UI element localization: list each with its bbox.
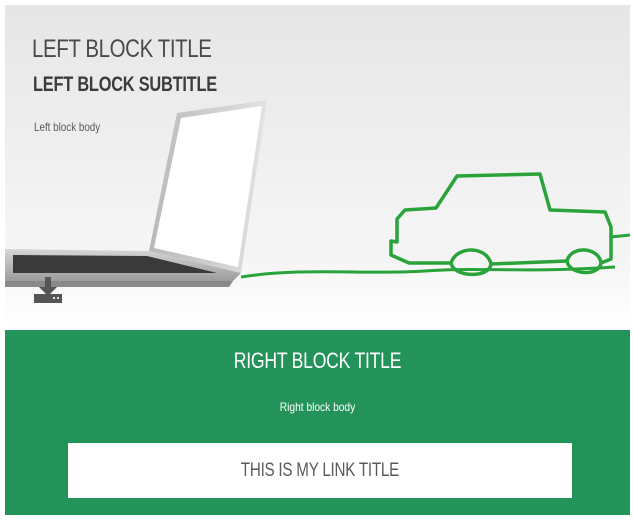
content-card: LEFT BLOCK TITLE LEFT BLOCK SUBTITLE Lef… bbox=[0, 0, 633, 521]
left-block-title: LEFT BLOCK TITLE bbox=[32, 35, 212, 63]
right-block-body: Right block body bbox=[279, 400, 356, 414]
right-block-title: RIGHT BLOCK TITLE bbox=[233, 348, 402, 373]
left-block: LEFT BLOCK TITLE LEFT BLOCK SUBTITLE Lef… bbox=[5, 5, 630, 330]
link-title-button[interactable]: THIS IS MY LINK TITLE bbox=[68, 443, 572, 498]
link-title-label: THIS IS MY LINK TITLE bbox=[240, 459, 400, 481]
left-block-body: Left block body bbox=[34, 120, 101, 134]
download-icon[interactable] bbox=[34, 277, 62, 303]
left-block-subtitle: LEFT BLOCK SUBTITLE bbox=[33, 73, 217, 96]
right-block: RIGHT BLOCK TITLE Right block body THIS … bbox=[5, 330, 630, 515]
